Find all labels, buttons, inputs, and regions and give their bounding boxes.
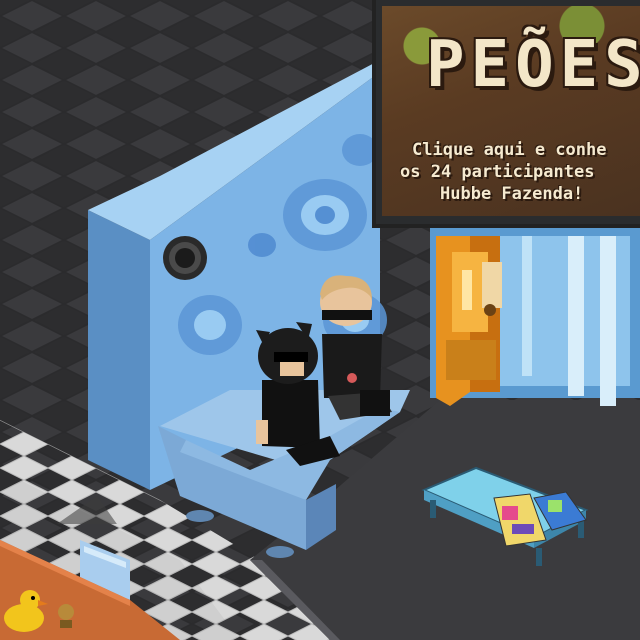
- banner-title: PEÕES: [426, 28, 640, 102]
- navigation-arrow[interactable]: [56, 496, 128, 524]
- blue-wall-side: [88, 210, 150, 490]
- trophy-icon[interactable]: [58, 604, 74, 628]
- banner-line-2: os 24 participantes: [400, 162, 595, 182]
- pillar-2: [600, 236, 616, 406]
- grandfather-clock[interactable]: [436, 236, 502, 406]
- promo-banner[interactable]: PEÕES Clique aqui e conhe os 24 particip…: [372, 0, 640, 228]
- banner-line-1: Clique aqui e conhe: [412, 140, 607, 160]
- banner-line-3: Hubbe Fazenda!: [440, 184, 584, 204]
- pillar-1: [568, 236, 584, 396]
- speaker-icon[interactable]: [163, 236, 207, 280]
- pillar-3: [522, 236, 532, 376]
